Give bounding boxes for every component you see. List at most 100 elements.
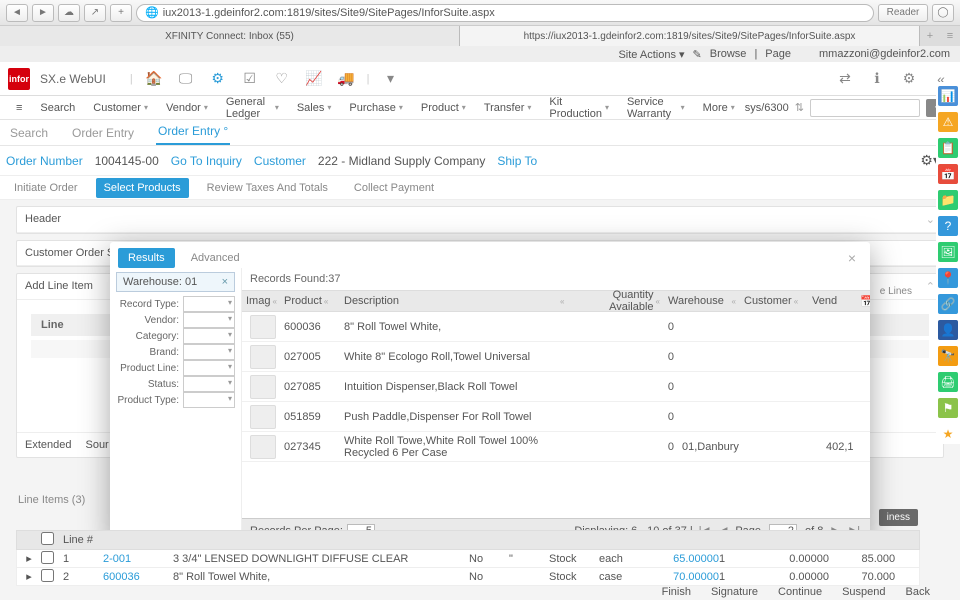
menu-customer[interactable]: Customer▾: [85, 99, 156, 117]
menu-product[interactable]: Product▾: [413, 99, 474, 117]
back-button[interactable]: ◄: [6, 4, 28, 22]
menu-kit[interactable]: Kit Production▾: [541, 93, 617, 123]
sb-flag-icon[interactable]: ⚑: [938, 398, 958, 418]
warehouse-chip[interactable]: Warehouse: 01×: [116, 272, 235, 292]
menu-search[interactable]: Search: [32, 99, 83, 117]
menu-transfer[interactable]: Transfer▾: [476, 99, 540, 117]
subtab-extended[interactable]: Extended: [25, 439, 71, 451]
menu-gl[interactable]: General Ledger▾: [218, 93, 287, 123]
row-checkbox[interactable]: [41, 569, 54, 582]
tab-search[interactable]: Search: [8, 121, 50, 145]
tab-add-icon[interactable]: +: [920, 26, 940, 46]
browser-tab-1[interactable]: XFINITY Connect: Inbox (55): [0, 26, 460, 46]
site-actions[interactable]: Site Actions ▾: [618, 48, 684, 61]
sb-image-icon[interactable]: 🖼: [938, 242, 958, 262]
dropdown-icon[interactable]: ▾: [380, 68, 402, 90]
footer-suspend[interactable]: Suspend: [842, 586, 885, 598]
sb-cal-icon[interactable]: 📅: [938, 164, 958, 184]
expand-icon[interactable]: ▸: [17, 570, 41, 583]
monitor-icon[interactable]: 🖵: [175, 68, 197, 90]
sb-clip-icon[interactable]: 📋: [938, 138, 958, 158]
info-icon[interactable]: ℹ: [866, 68, 888, 90]
filter-select[interactable]: [183, 392, 235, 408]
sb-link-icon[interactable]: 🔗: [938, 294, 958, 314]
footer-continue[interactable]: Continue: [778, 586, 822, 598]
truck-icon[interactable]: 🚚: [335, 68, 357, 90]
forklift-icon[interactable]: ⚙: [207, 68, 229, 90]
shipto-link[interactable]: Ship To: [497, 154, 537, 168]
subtab-sour[interactable]: Sour: [85, 439, 108, 451]
menu-purchase[interactable]: Purchase▾: [341, 99, 411, 117]
sb-alert-icon[interactable]: ⚠: [938, 112, 958, 132]
forward-button[interactable]: ►: [32, 4, 54, 22]
checkbox-icon[interactable]: ☑: [239, 68, 261, 90]
step-initiate[interactable]: Initiate Order: [6, 178, 86, 198]
filter-select[interactable]: [183, 328, 235, 344]
customer-link[interactable]: Customer: [254, 154, 306, 168]
filter-select[interactable]: [183, 344, 235, 360]
home-icon[interactable]: 🏠: [143, 68, 165, 90]
table-row[interactable]: 051859Push Paddle,Dispenser For Roll Tow…: [242, 402, 870, 432]
sb-print-icon[interactable]: 🖨: [938, 372, 958, 392]
footer-finish[interactable]: Finish: [662, 586, 691, 598]
sb-pin-icon[interactable]: 📍: [938, 268, 958, 288]
order-number-link[interactable]: Order Number: [6, 154, 83, 168]
calendar-icon[interactable]: 📅: [856, 295, 870, 308]
select-all-checkbox[interactable]: [41, 532, 54, 545]
grid-row[interactable]: ▸26000368" Roll Towel White,NoStockcase7…: [16, 568, 920, 586]
footer-back[interactable]: Back: [906, 586, 930, 598]
sb-user-icon[interactable]: 👤: [938, 320, 958, 340]
filter-select[interactable]: [183, 296, 235, 312]
sb-star-icon[interactable]: ★: [938, 424, 958, 444]
panel-header[interactable]: Header⌄: [16, 206, 944, 234]
chart-icon[interactable]: 📈: [303, 68, 325, 90]
sb-folder-icon[interactable]: 📁: [938, 190, 958, 210]
reader-button[interactable]: Reader: [878, 4, 928, 22]
filter-select[interactable]: [183, 376, 235, 392]
search-input[interactable]: [810, 99, 920, 117]
goto-inquiry-link[interactable]: Go To Inquiry: [171, 154, 242, 168]
sb-chart-icon[interactable]: 📊: [938, 86, 958, 106]
url-bar[interactable]: 🌐iux2013-1.gdeinfor2.com:1819/sites/Site…: [136, 4, 874, 22]
menu-more[interactable]: More▾: [695, 99, 743, 117]
add-button[interactable]: +: [110, 4, 132, 22]
menu-service[interactable]: Service Warranty▾: [619, 93, 693, 123]
menu-vendor[interactable]: Vendor▾: [158, 99, 216, 117]
footer-signature[interactable]: Signature: [711, 586, 758, 598]
browser-tab-2[interactable]: https://iux2013-1.gdeinfor2.com:1819/sit…: [460, 26, 920, 46]
sys-toggle-icon[interactable]: ⇅: [795, 101, 804, 114]
chip-clear-icon[interactable]: ×: [222, 276, 228, 288]
menu-sales[interactable]: Sales▾: [289, 99, 340, 117]
menu-icon[interactable]: ≡: [8, 99, 30, 117]
edit-icon[interactable]: ✎: [693, 48, 702, 61]
page-link[interactable]: Page: [765, 48, 791, 60]
modal-tab-advanced[interactable]: Advanced: [181, 248, 250, 268]
tab-menu-icon[interactable]: ≡: [940, 26, 960, 46]
business-button[interactable]: iness: [879, 509, 918, 526]
grid-row[interactable]: ▸12-0013 3/4" LENSED DOWNLIGHT DIFFUSE C…: [16, 550, 920, 568]
filter-select[interactable]: [183, 360, 235, 376]
table-row[interactable]: 6000368" Roll Towel White,0: [242, 312, 870, 342]
cloud-icon[interactable]: ☁: [58, 4, 80, 22]
sb-help-icon[interactable]: ?: [938, 216, 958, 236]
modal-tab-results[interactable]: Results: [118, 248, 175, 268]
row-checkbox[interactable]: [41, 551, 54, 564]
tab-order-entry-2[interactable]: Order Entry °: [156, 119, 230, 145]
step-select-products[interactable]: Select Products: [96, 178, 189, 198]
expand-icon[interactable]: ▸: [17, 552, 41, 565]
share-app-icon[interactable]: ⇄: [834, 68, 856, 90]
step-review[interactable]: Review Taxes And Totals: [199, 178, 336, 198]
step-collect[interactable]: Collect Payment: [346, 178, 442, 198]
line-items-label[interactable]: Line Items (3): [18, 494, 85, 506]
sb-binoc-icon[interactable]: 🔭: [938, 346, 958, 366]
close-icon[interactable]: ×: [842, 250, 862, 266]
share-icon[interactable]: ↗: [84, 4, 106, 22]
heart-icon[interactable]: ♡: [271, 68, 293, 90]
browse-link[interactable]: Browse: [710, 48, 747, 60]
gear-icon[interactable]: ⚙: [898, 68, 920, 90]
stop-button[interactable]: ◯: [932, 4, 954, 22]
table-row[interactable]: 027005White 8" Ecologo Roll,Towel Univer…: [242, 342, 870, 372]
table-row[interactable]: 027085Intuition Dispenser,Black Roll Tow…: [242, 372, 870, 402]
tab-order-entry-1[interactable]: Order Entry: [70, 121, 136, 145]
filter-select[interactable]: [183, 312, 235, 328]
